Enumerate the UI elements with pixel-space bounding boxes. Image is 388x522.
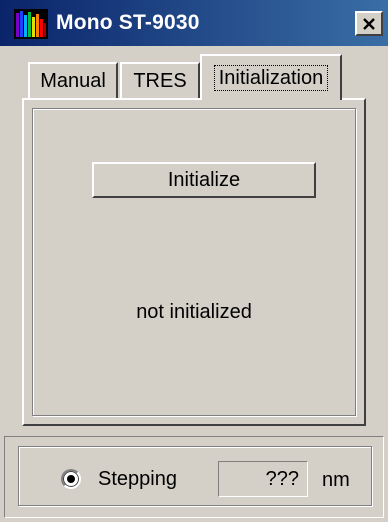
tab-initialization-label: Initialization [213, 65, 329, 91]
initialize-button-label: Initialize [167, 168, 241, 191]
stepping-label: Stepping [98, 468, 177, 490]
wavelength-value: ??? [265, 467, 299, 490]
title-bar[interactable]: Mono ST-9030 [0, 0, 388, 46]
initialization-status: not initialized [136, 301, 252, 323]
tab-initialization[interactable]: Initialization [200, 54, 342, 100]
mono-st-9030-window: Mono ST-9030 Manual TRES Initialization … [0, 0, 388, 522]
radio-selected-dot [67, 475, 75, 483]
initialize-button[interactable]: Initialize [92, 162, 316, 198]
tab-tres[interactable]: TRES [120, 62, 200, 98]
close-button[interactable] [355, 11, 383, 36]
wavelength-field[interactable]: ??? [218, 461, 308, 497]
tab-tres-label: TRES [133, 69, 187, 92]
initialization-tab-panel [22, 98, 366, 426]
panel-group-frame [32, 108, 356, 416]
tab-manual-label: Manual [40, 69, 106, 92]
unit-label: nm [322, 469, 350, 491]
stepping-radio[interactable] [61, 469, 81, 489]
close-icon [363, 17, 375, 30]
window-title: Mono ST-9030 [56, 11, 200, 34]
tab-manual[interactable]: Manual [28, 62, 118, 98]
spectrum-bars-icon [14, 9, 48, 39]
